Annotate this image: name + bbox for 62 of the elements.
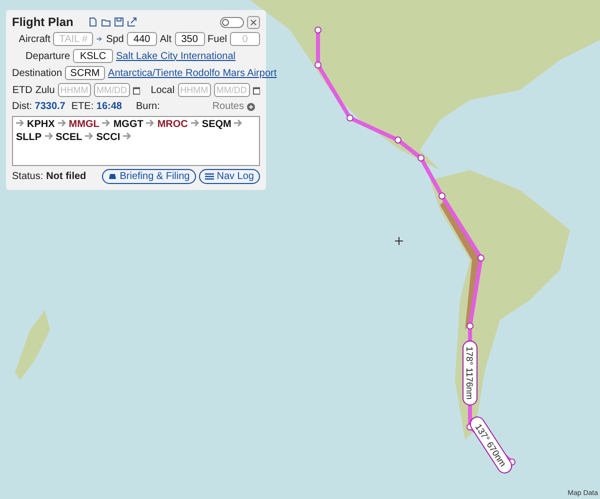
field-label: Aircraft bbox=[18, 34, 50, 44]
close-icon bbox=[250, 18, 257, 26]
date-field[interactable]: MM/DD bbox=[94, 83, 130, 97]
arrow-icon bbox=[44, 132, 53, 140]
arrow-icon bbox=[123, 132, 132, 140]
tail-number-field[interactable]: TAIL # bbox=[53, 32, 94, 46]
altitude-field[interactable]: 350 bbox=[174, 32, 205, 46]
briefing-button[interactable]: Briefing & Filing bbox=[102, 169, 196, 184]
waypoint[interactable]: SEQM bbox=[202, 119, 232, 130]
arrow-icon bbox=[16, 119, 24, 127]
arrow-icon bbox=[58, 119, 66, 127]
waypoint[interactable]: MROC bbox=[157, 119, 188, 130]
burn-label: Burn: bbox=[136, 101, 160, 112]
close-button[interactable] bbox=[247, 16, 260, 28]
destination-field[interactable]: SCRM bbox=[65, 66, 106, 80]
status-text: Not filed bbox=[46, 171, 86, 182]
calendar-icon[interactable] bbox=[252, 86, 260, 94]
route-field[interactable]: KPHX MMGL MGGT MROC SEQM SLLP SCEL SCCI bbox=[12, 116, 260, 166]
toggle-switch[interactable] bbox=[220, 16, 244, 28]
airport-link[interactable]: Antarctica/Tiente Rodolfo Mars Airport bbox=[108, 68, 277, 78]
crosshair-icon bbox=[394, 236, 404, 246]
leg-label: 178° 1176nm bbox=[462, 340, 478, 406]
field-label: Departure bbox=[24, 50, 70, 62]
waypoint[interactable]: SLLP bbox=[16, 132, 42, 143]
distance-text: Dist: 7330.7 bbox=[12, 101, 66, 112]
waypoint[interactable]: SCEL bbox=[56, 132, 82, 143]
arrow-icon bbox=[234, 119, 242, 127]
field-label: Local bbox=[150, 84, 175, 96]
field-label: Zulu bbox=[35, 84, 55, 96]
routes-button[interactable]: Routes bbox=[207, 100, 260, 113]
field-label: Alt bbox=[160, 34, 172, 44]
folder-icon[interactable] bbox=[101, 17, 112, 27]
status-label: Status: bbox=[12, 171, 44, 182]
ete-text: ETE: 16:48 bbox=[71, 101, 122, 112]
departure-field[interactable]: KSLC bbox=[73, 49, 113, 63]
field-label: Destination bbox=[12, 68, 62, 78]
speed-field[interactable]: 440 bbox=[126, 32, 157, 46]
date-field[interactable]: MM/DD bbox=[214, 83, 250, 97]
fuel-field[interactable]: 0 bbox=[230, 32, 260, 46]
nav-log-button[interactable]: Nav Log bbox=[198, 169, 260, 184]
time-field[interactable]: HHMM bbox=[178, 83, 211, 97]
airport-link[interactable]: Salt Lake City International bbox=[116, 50, 236, 62]
calendar-icon[interactable] bbox=[132, 86, 140, 94]
field-label: Spd bbox=[106, 34, 124, 44]
list-icon bbox=[204, 173, 214, 180]
waypoint[interactable]: MMGL bbox=[68, 119, 100, 130]
arrow-icon bbox=[146, 119, 154, 127]
time-field[interactable]: HHMM bbox=[58, 83, 91, 97]
field-label: Fuel bbox=[208, 34, 227, 44]
save-icon[interactable] bbox=[114, 17, 124, 27]
tray-icon bbox=[108, 173, 117, 180]
waypoint[interactable]: KPHX bbox=[27, 119, 55, 130]
arrow-icon bbox=[102, 119, 110, 127]
arrow-icon bbox=[85, 132, 94, 140]
new-file-icon[interactable] bbox=[88, 17, 98, 27]
field-label: ETD bbox=[12, 84, 32, 96]
waypoint[interactable]: MGGT bbox=[113, 119, 144, 130]
share-icon[interactable] bbox=[127, 17, 138, 27]
plus-icon bbox=[247, 102, 255, 110]
panel-title: Flight Plan bbox=[12, 15, 74, 29]
waypoint[interactable]: SCCI bbox=[96, 132, 120, 143]
arrow-icon bbox=[190, 119, 199, 127]
